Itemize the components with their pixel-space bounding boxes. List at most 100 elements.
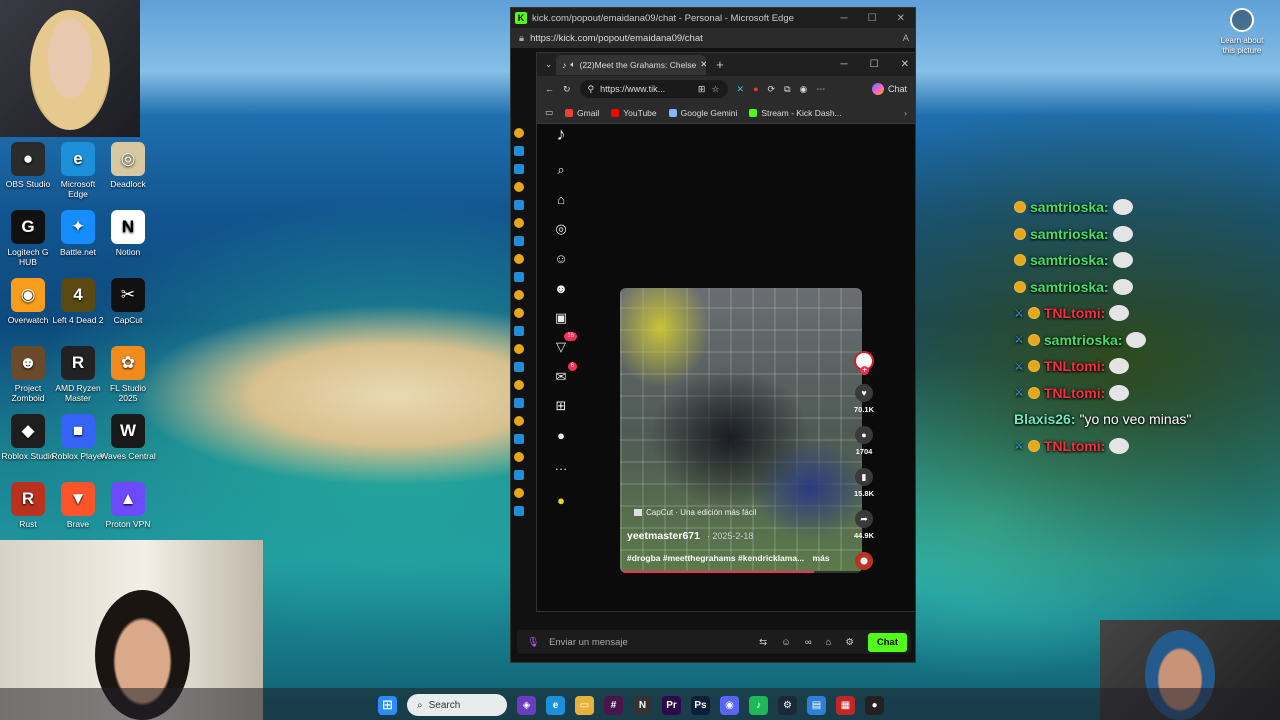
tab-list-icon[interactable]: ⌄: [545, 59, 552, 70]
following-icon[interactable]: ☺: [551, 249, 571, 269]
desktop-icon[interactable]: ■ Roblox Player: [50, 414, 106, 461]
send-chat-button[interactable]: Chat: [867, 632, 907, 652]
read-aloud-icon[interactable]: A: [903, 33, 909, 44]
desktop-icon[interactable]: ● OBS Studio: [0, 142, 56, 189]
obs-taskbar-icon[interactable]: ●: [865, 695, 884, 715]
desktop-icon[interactable]: ◎ Deadlock: [100, 142, 156, 189]
desktop-icon[interactable]: ✂ CapCut: [100, 278, 156, 325]
reading-view-icon[interactable]: ▭: [545, 107, 553, 118]
video-author[interactable]: yeetmaster671 · 2025-2-18: [627, 530, 753, 542]
extensions-icon[interactable]: ⧉: [784, 84, 790, 95]
video-progress-bar[interactable]: [620, 571, 862, 573]
desktop-icon[interactable]: ◉ Overwatch: [0, 278, 56, 325]
tiktok-logo-icon[interactable]: ♪: [551, 124, 571, 144]
inner-close-icon[interactable]: ✕: [901, 59, 909, 70]
photoshop-icon[interactable]: Ps: [691, 695, 710, 715]
microphone-icon[interactable]: 🎙︎: [527, 637, 539, 648]
tab-close-icon[interactable]: ✕: [700, 59, 706, 70]
desktop-icon[interactable]: ☻ Project Zomboid: [0, 346, 56, 403]
back-icon[interactable]: ←: [545, 84, 554, 94]
notion-icon[interactable]: N: [633, 695, 652, 715]
monitor-icon[interactable]: ▤: [807, 695, 826, 715]
desktop-icon[interactable]: R Rust: [0, 482, 56, 529]
favorites-more-icon[interactable]: ›: [904, 108, 907, 118]
search-icon[interactable]: ⌕: [551, 160, 571, 180]
copilot-chat-button[interactable]: Chat: [871, 83, 907, 95]
desktop-icon[interactable]: G Logitech G HUB: [0, 210, 56, 267]
favorite-link[interactable]: YouTube: [611, 108, 657, 118]
sync-icon[interactable]: ⟳: [768, 84, 776, 95]
desktop-icon[interactable]: W Waves Central: [100, 414, 156, 461]
desktop-icon[interactable]: N Notion: [100, 210, 156, 257]
slack-icon[interactable]: #: [604, 695, 623, 715]
adblock-icon[interactable]: ●: [753, 84, 758, 94]
refresh-icon[interactable]: ↻: [563, 84, 571, 95]
favorite-link[interactable]: Google Gemini: [668, 108, 737, 118]
message-input[interactable]: Enviar un mensaje: [549, 637, 628, 648]
extension-icon[interactable]: ✕: [737, 84, 745, 95]
minimize-icon[interactable]: ─: [841, 13, 848, 24]
start-windows-icon[interactable]: ⊞: [378, 695, 397, 715]
favorite-star-icon[interactable]: ☆: [711, 84, 719, 95]
more-icon[interactable]: …: [551, 455, 571, 475]
live-icon[interactable]: ▣: [551, 308, 571, 328]
speaker-icon[interactable]: 🔈︎: [570, 59, 575, 70]
home-icon[interactable]: ⌂: [551, 190, 571, 210]
tab-tiktok[interactable]: ♪ 🔈︎ (22)Meet the Grahams: Chelse ✕: [556, 54, 707, 75]
spotify-icon[interactable]: ♪: [749, 695, 768, 715]
friends-icon[interactable]: ☻: [551, 278, 571, 298]
site-info-icon[interactable]: ⚲: [588, 84, 595, 95]
favorite-link[interactable]: Gmail: [565, 108, 599, 118]
share-icon[interactable]: ➦: [855, 510, 873, 528]
edge-icon[interactable]: e: [546, 695, 565, 715]
more-menu-icon[interactable]: ⋯: [816, 84, 825, 95]
game-icon[interactable]: ◈: [517, 695, 536, 715]
gift-icon[interactable]: ⌂: [826, 637, 832, 648]
taskbar-search[interactable]: ⌕ Search: [407, 694, 507, 716]
follow-plus-icon[interactable]: +: [860, 366, 869, 375]
desktop-icon[interactable]: ▼ Brave: [50, 482, 106, 529]
upload-icon[interactable]: ⊞: [551, 396, 571, 416]
desktop-icon[interactable]: ✦ Battle.net: [50, 210, 106, 257]
learn-about-picture[interactable]: Learn about this picture: [1214, 8, 1270, 56]
address-input[interactable]: ⚲ https://www.tik... ⊞ ☆: [579, 80, 728, 98]
discord-icon[interactable]: ◉: [720, 695, 739, 715]
messages-icon[interactable]: ✉ 6: [551, 361, 577, 387]
capture-icon[interactable]: ▦: [836, 695, 855, 715]
coin-icon[interactable]: ●: [551, 491, 571, 511]
desktop-icon[interactable]: ◆ Roblox Studio: [0, 414, 56, 461]
edge-url-bar[interactable]: 🔒︎ https://kick.com/popout/emaidana09/ch…: [511, 28, 915, 48]
desktop-icon[interactable]: ✿ FL Studio 2025: [100, 346, 156, 403]
desktop-icon[interactable]: 4 Left 4 Dead 2: [50, 278, 106, 325]
premiere-icon[interactable]: Pr: [662, 695, 681, 715]
favorite-link[interactable]: Stream - Kick Dash...: [749, 108, 842, 118]
caption-more[interactable]: más: [813, 553, 830, 563]
video-caption[interactable]: #drogba #meetthegrahams #kendricklama...…: [627, 553, 830, 563]
emoji-icon[interactable]: ☺: [781, 637, 791, 648]
profile-avatar-icon[interactable]: ◉: [800, 84, 808, 95]
video-player[interactable]: CapCut · Una edición más fácil yeetmaste…: [620, 288, 862, 573]
desktop-icon[interactable]: e Microsoft Edge: [50, 142, 106, 199]
maximize-icon[interactable]: ☐: [868, 13, 877, 24]
activity-icon[interactable]: ▽ 16: [551, 332, 577, 357]
new-tab-icon[interactable]: +: [716, 57, 724, 72]
comment-icon[interactable]: ●: [855, 426, 873, 444]
settings-gear-icon[interactable]: ⚙: [845, 637, 854, 648]
app-available-icon[interactable]: ⊞: [698, 84, 706, 95]
close-icon[interactable]: ✕: [897, 13, 905, 24]
inner-maximize-icon[interactable]: ☐: [870, 59, 879, 70]
steam-icon[interactable]: ⚙: [778, 695, 797, 715]
bookmark-icon[interactable]: ▮: [855, 468, 873, 486]
inner-minimize-icon[interactable]: ─: [841, 59, 848, 70]
explore-icon[interactable]: ◎: [551, 219, 571, 239]
like-icon[interactable]: ♥: [855, 384, 873, 402]
points-icon[interactable]: ∞: [805, 637, 812, 648]
music-disc-icon[interactable]: [855, 552, 873, 570]
desktop-icon[interactable]: R AMD Ryzen Master: [50, 346, 106, 403]
desktop-icon[interactable]: ▲ Proton VPN: [100, 482, 156, 529]
capcut-link[interactable]: CapCut · Una edición más fácil: [634, 508, 756, 517]
creator-avatar[interactable]: +: [854, 351, 874, 375]
profile-icon[interactable]: ●: [551, 426, 571, 446]
translate-icon[interactable]: ⇆: [759, 637, 767, 648]
file-explorer-icon[interactable]: ▭: [575, 695, 594, 715]
